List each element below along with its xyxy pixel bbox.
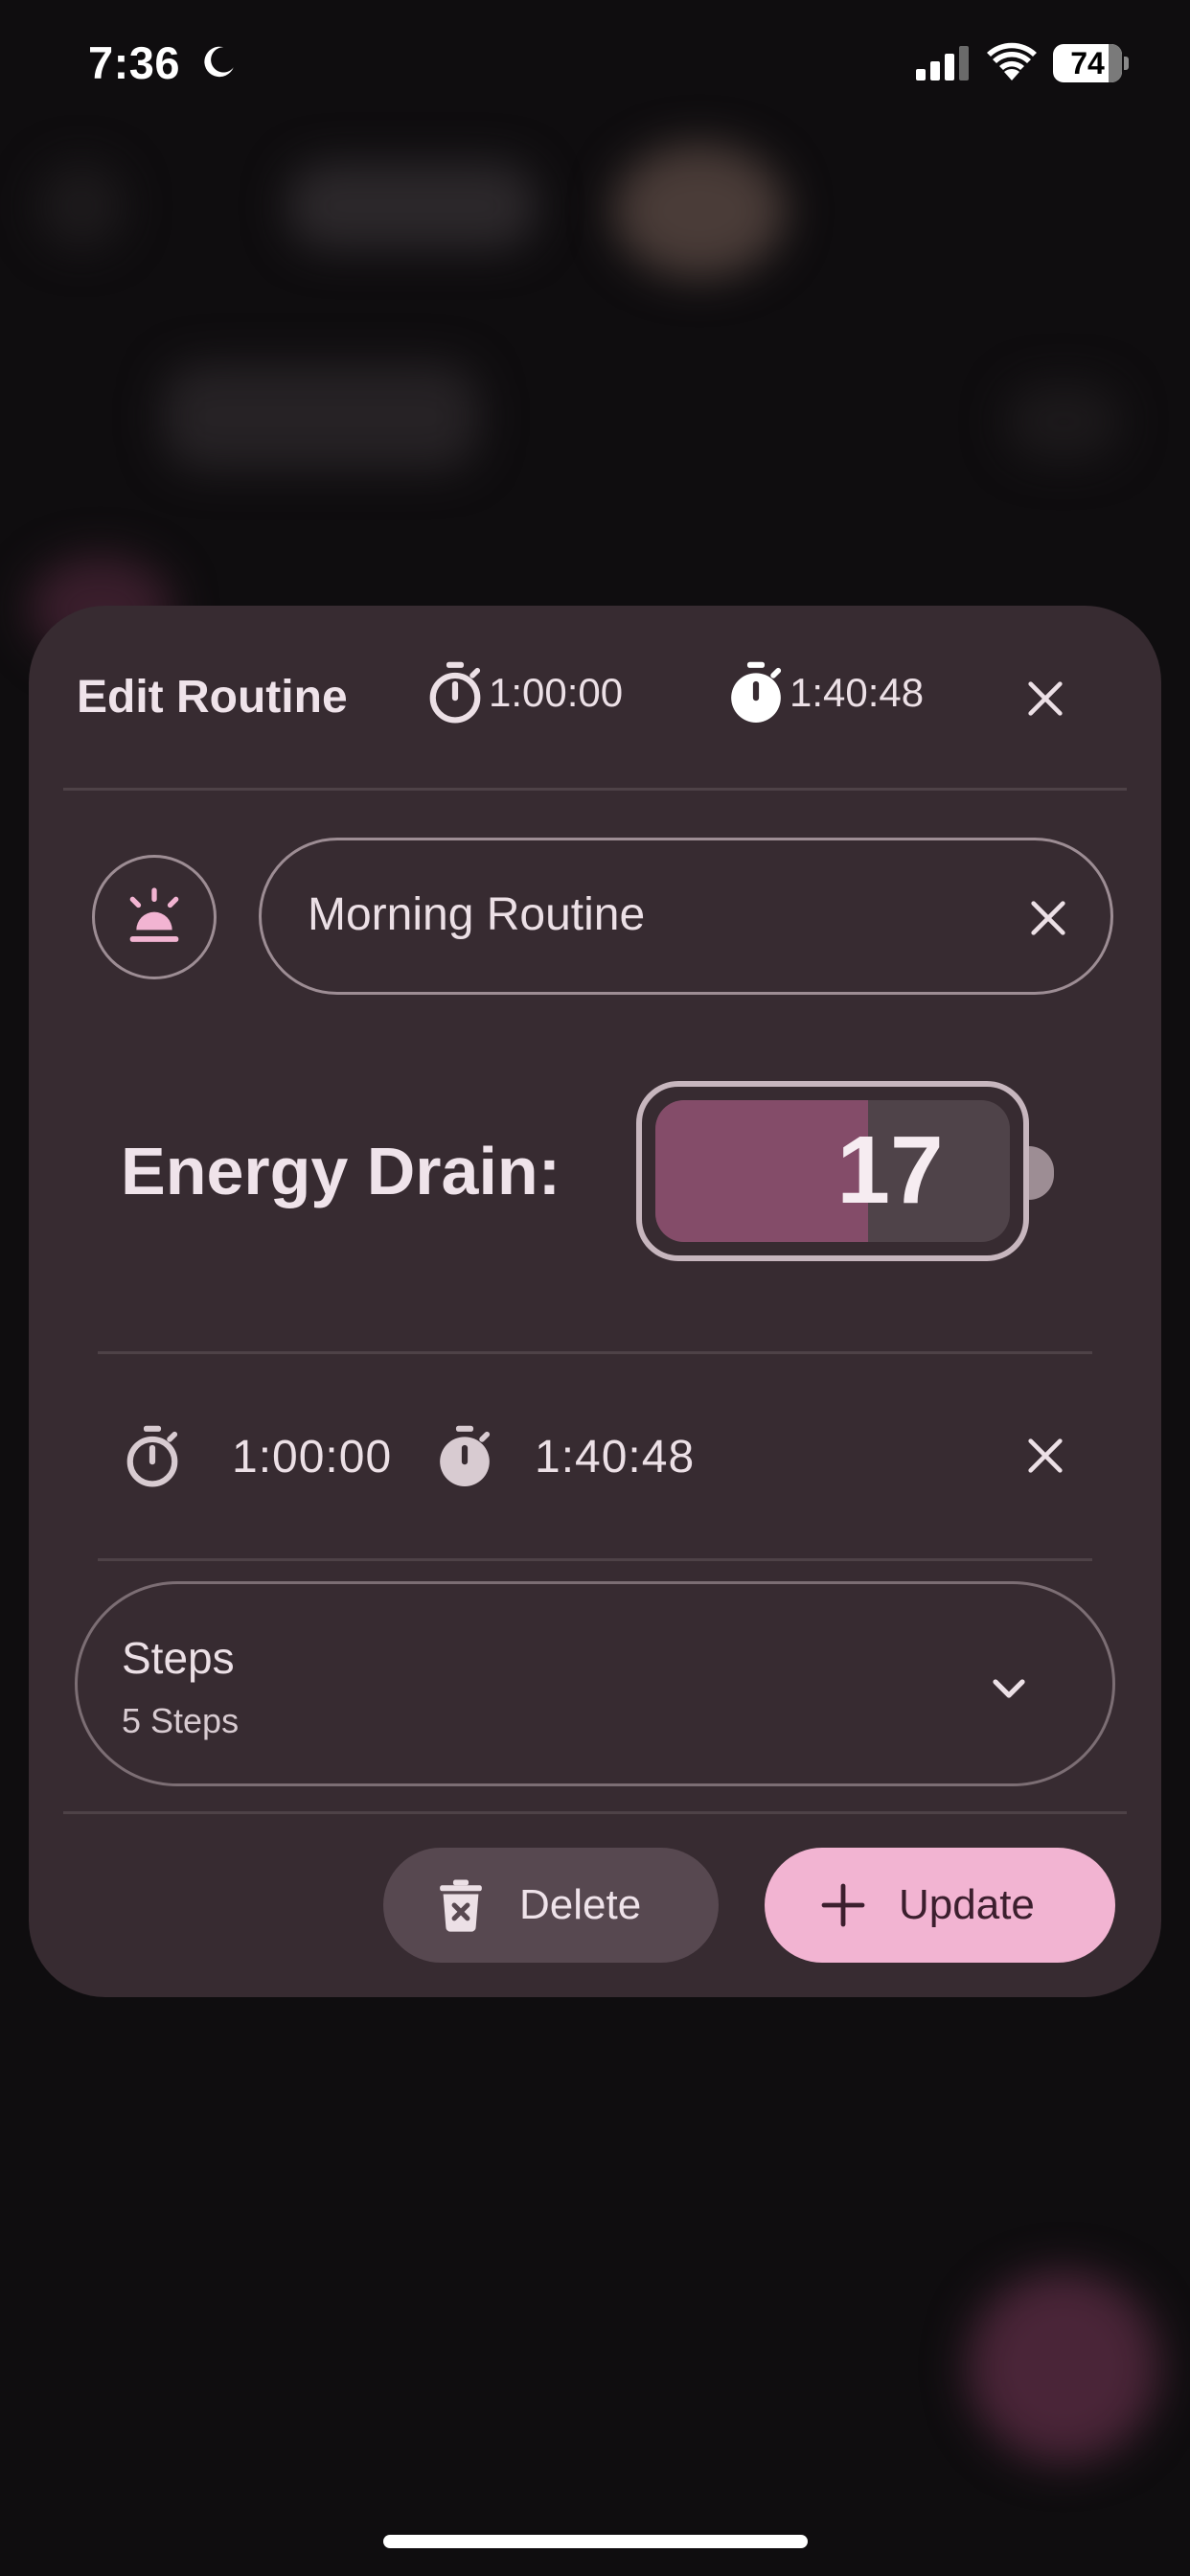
section-divider (98, 1558, 1092, 1561)
stopwatch-outline-icon (126, 1425, 178, 1487)
header-actual-value: 1:40:48 (790, 670, 925, 715)
plus-icon (821, 1883, 865, 1927)
background-blur (38, 163, 125, 249)
background-blur (1006, 383, 1121, 460)
update-label: Update (899, 1881, 1035, 1928)
home-indicator[interactable] (383, 2535, 808, 2548)
routine-name-field[interactable]: Morning Routine (259, 838, 1113, 995)
stopwatch-filled-icon (440, 1425, 491, 1486)
stopwatch-outline-icon (429, 661, 481, 724)
delete-button[interactable]: Delete (383, 1848, 719, 1963)
actual-duration[interactable]: 1:40:48 (435, 1409, 695, 1505)
close-icon (1028, 1438, 1063, 1473)
steps-title: Steps (122, 1633, 235, 1683)
header-divider (63, 788, 1127, 791)
battery-percent: 74 (1070, 46, 1105, 80)
background-blur (287, 163, 537, 249)
energy-drain-track: 17 (655, 1100, 1010, 1242)
sunrise-alarm-icon (129, 887, 179, 942)
close-icon (1028, 681, 1063, 716)
planned-duration[interactable]: 1:00:00 (123, 1409, 392, 1505)
actual-duration-value: 1:40:48 (535, 1431, 696, 1483)
footer-divider (63, 1811, 1127, 1814)
clear-name-button[interactable] (1015, 885, 1082, 952)
header-actual-time: 1:40:48 (726, 659, 924, 726)
energy-meter-nub (1029, 1146, 1054, 1200)
moon-icon (204, 46, 234, 78)
close-dialog-button[interactable] (1012, 665, 1079, 732)
stopwatch-filled-icon (731, 661, 782, 723)
routine-name-value[interactable]: Morning Routine (308, 888, 645, 941)
battery-icon: 74 (1053, 44, 1129, 82)
steps-count: 5 Steps (122, 1701, 240, 1740)
delete-label: Delete (519, 1881, 642, 1928)
screen: 7:36 74 Edit Routine 1:00:00 1:40:48 Mor… (0, 0, 1190, 2576)
energy-drain-label: Energy Drain: (121, 1134, 561, 1208)
status-time: 7:36 (88, 37, 181, 88)
battery-nub (1124, 57, 1129, 70)
planned-duration-value: 1:00:00 (232, 1431, 393, 1483)
update-button[interactable]: Update (765, 1848, 1115, 1963)
edit-routine-dialog: Edit Routine 1:00:00 1:40:48 Morning Rou… (29, 606, 1161, 1997)
energy-drain-meter[interactable]: 17 (636, 1081, 1029, 1261)
signal-icon (916, 46, 969, 80)
background-blur (968, 2271, 1159, 2463)
header-planned-value: 1:00:00 (489, 670, 624, 715)
background-blur (163, 364, 479, 470)
energy-drain-value: 17 (836, 1116, 944, 1224)
clear-time-button[interactable] (1012, 1422, 1079, 1489)
background-blur (613, 144, 786, 278)
header-planned-time: 1:00:00 (425, 659, 623, 726)
status-bar: 7:36 74 (0, 0, 1190, 134)
section-divider (98, 1351, 1092, 1354)
wifi-icon (987, 42, 1037, 80)
routine-icon-button[interactable] (92, 855, 217, 979)
chevron-down-icon (993, 1679, 1025, 1698)
close-icon (1031, 901, 1065, 935)
steps-expander[interactable]: Steps 5 Steps (75, 1581, 1115, 1786)
trash-icon (440, 1879, 482, 1932)
dialog-title: Edit Routine (77, 672, 348, 723)
